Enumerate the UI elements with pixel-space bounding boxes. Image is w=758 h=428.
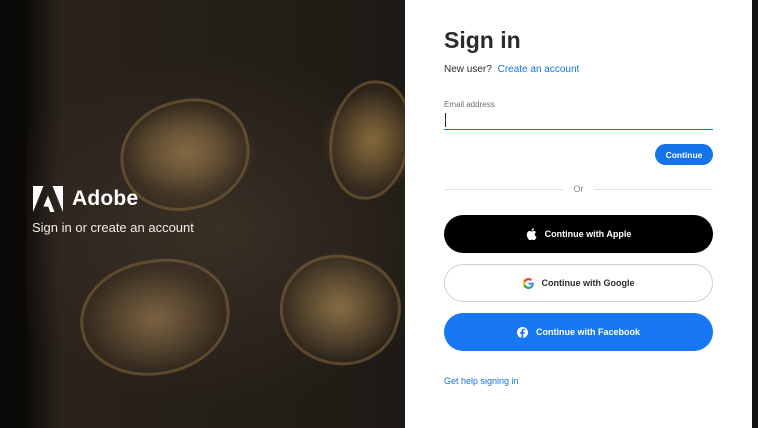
- or-text: Or: [573, 184, 584, 194]
- left-edge: [0, 0, 26, 428]
- divider-line: [444, 188, 564, 190]
- new-user-row: New user? Create an account: [444, 64, 579, 75]
- continue-button[interactable]: Continue: [655, 144, 713, 165]
- new-user-text: New user?: [444, 64, 492, 75]
- or-divider: Or: [444, 183, 713, 195]
- continue-with-google-button[interactable]: Continue with Google: [444, 264, 713, 302]
- google-button-label: Continue with Google: [541, 278, 635, 288]
- email-field[interactable]: [444, 112, 713, 130]
- apple-icon: [526, 228, 537, 240]
- adobe-logo-icon: [33, 186, 63, 212]
- brand-name: Adobe: [72, 187, 139, 210]
- continue-with-apple-button[interactable]: Continue with Apple: [444, 215, 713, 253]
- apple-button-label: Continue with Apple: [544, 229, 632, 239]
- facebook-button-label: Continue with Facebook: [535, 327, 640, 337]
- text-caret: [445, 113, 446, 127]
- page-title: Sign in: [444, 27, 521, 53]
- email-label: Email address: [444, 100, 495, 109]
- divider-line: [593, 188, 713, 190]
- facebook-icon: [516, 326, 528, 338]
- help-signing-in-link[interactable]: Get help signing in: [444, 376, 519, 386]
- google-icon: [522, 277, 534, 289]
- signin-panel: Sign in New user? Create an account Emai…: [405, 0, 752, 428]
- brand-tagline: Sign in or create an account: [32, 220, 194, 235]
- continue-with-facebook-button[interactable]: Continue with Facebook: [444, 313, 713, 351]
- create-account-link[interactable]: Create an account: [498, 64, 580, 75]
- right-edge: [752, 0, 758, 428]
- brand: Adobe: [33, 186, 138, 212]
